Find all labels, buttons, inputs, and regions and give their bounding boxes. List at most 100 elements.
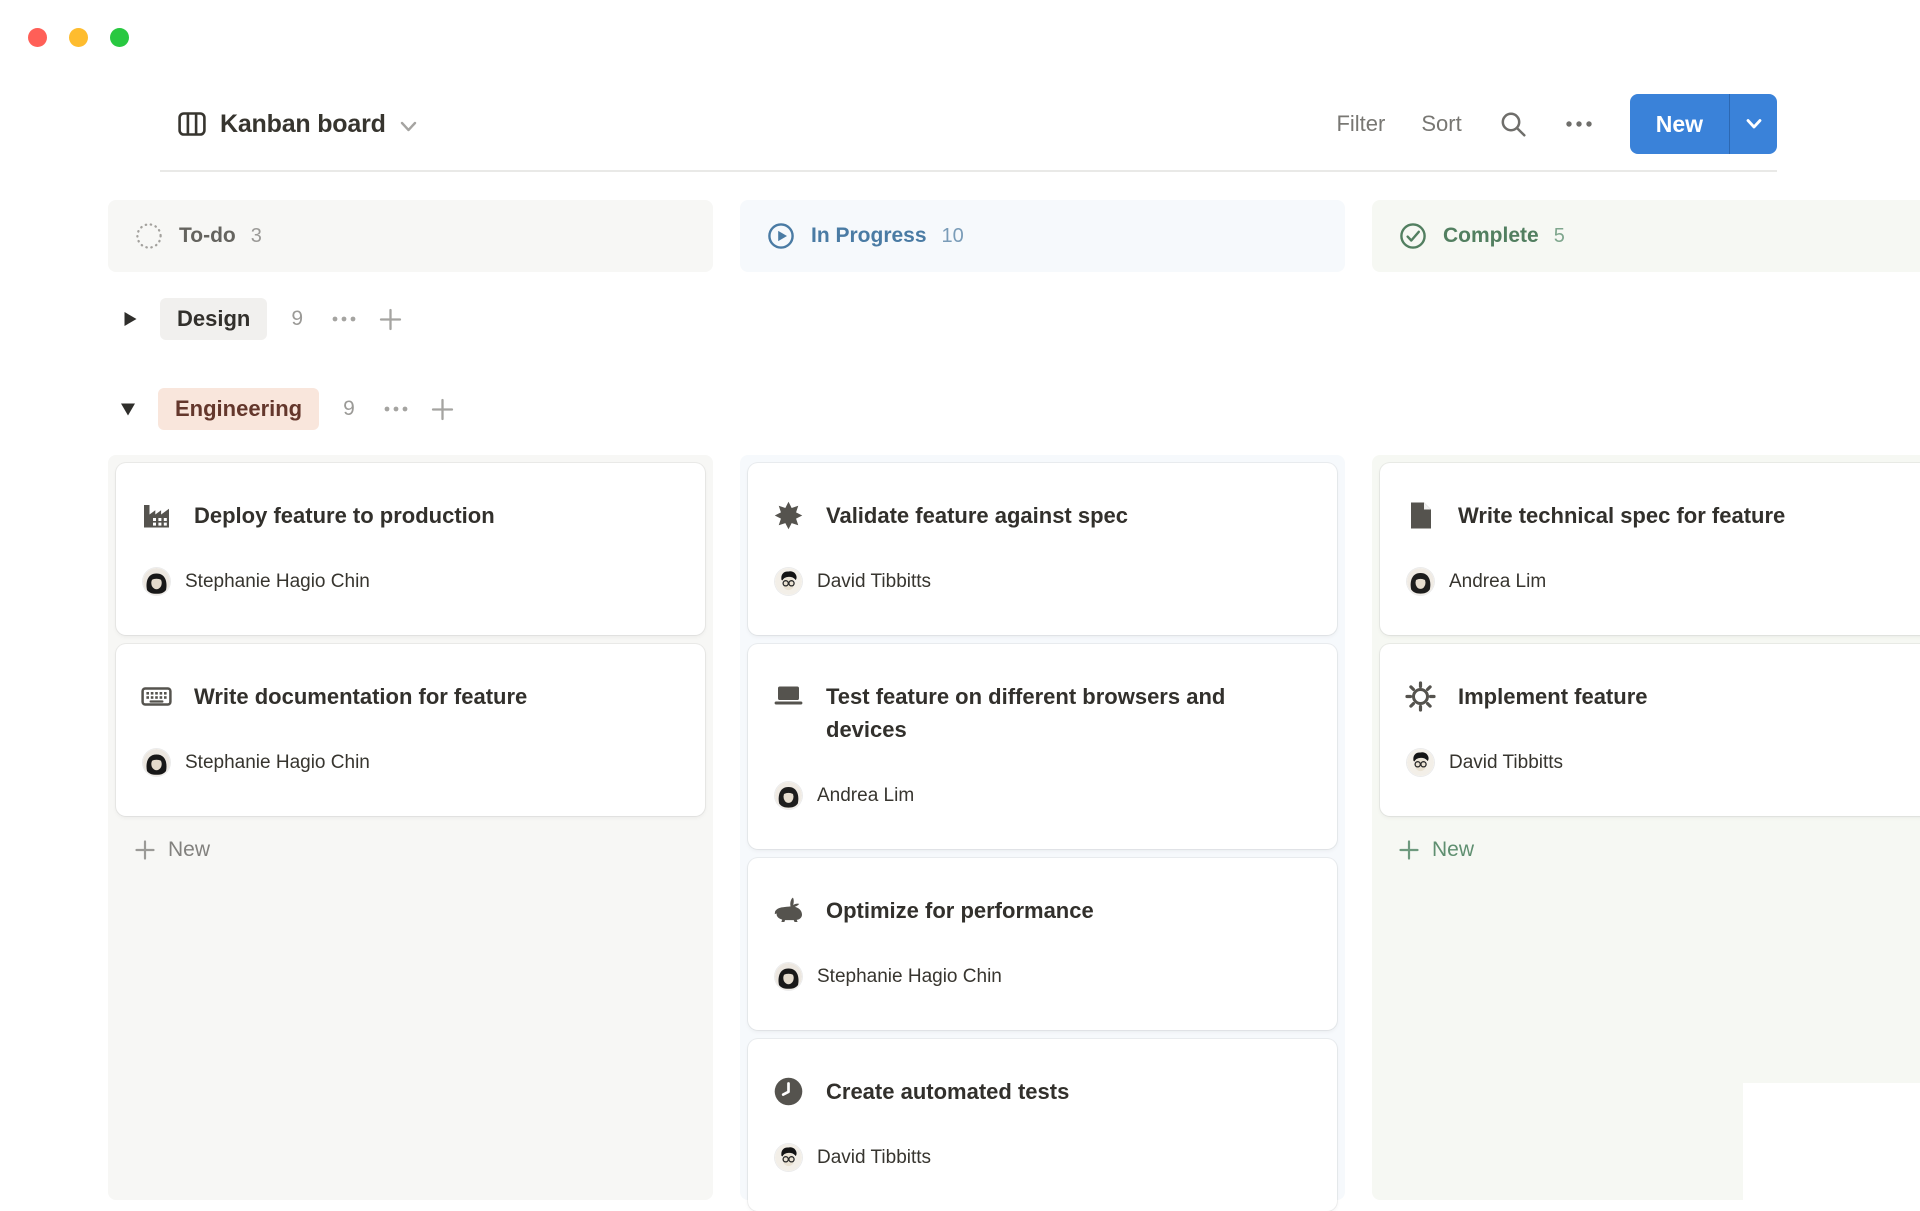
card-assignee: David Tibbitts — [772, 1144, 1313, 1171]
check-circle-icon — [1398, 221, 1428, 251]
traffic-lights — [28, 28, 129, 47]
laptop-icon — [772, 680, 805, 713]
card-assignee: David Tibbitts — [772, 568, 1313, 595]
rabbit-icon — [772, 894, 805, 927]
card-assignee: David Tibbitts — [1404, 749, 1920, 776]
avatar-andrea — [1407, 568, 1434, 595]
group-row-design: Design 9 — [120, 298, 404, 340]
group-add-icon[interactable] — [429, 396, 456, 423]
avatar-david — [775, 1144, 802, 1171]
group-more-icon[interactable] — [331, 314, 357, 324]
dashed-circle-icon — [134, 221, 164, 251]
toolbar-divider — [160, 170, 1777, 172]
card-assignee: Andrea Lim — [1404, 568, 1920, 595]
card-title: Implement feature — [1458, 680, 1648, 713]
card-assignee: Stephanie Hagio Chin — [140, 568, 681, 595]
avatar-andrea — [775, 782, 802, 809]
column-label: Complete — [1443, 224, 1539, 248]
column-count: 3 — [251, 225, 262, 248]
card-create-automated-tests[interactable]: Create automated tests David Tibbitts — [748, 1039, 1337, 1211]
column-in-progress: Validate feature against spec David Tibb… — [740, 455, 1345, 1200]
avatar-david — [775, 568, 802, 595]
group-row-engineering: Engineering 9 — [118, 388, 456, 430]
expand-triangle-icon[interactable] — [120, 309, 140, 329]
board-columns: Deploy feature to production Stephanie H… — [108, 455, 1920, 1200]
group-add-icon[interactable] — [377, 306, 404, 333]
group-pill-design[interactable]: Design — [160, 298, 267, 340]
avatar-stephanie — [143, 749, 170, 776]
card-assignee: Andrea Lim — [772, 782, 1313, 809]
collapse-triangle-icon[interactable] — [118, 399, 138, 419]
kanban-app-window: { "window": { "traffic_lights": { "close… — [0, 0, 1920, 1200]
add-card-complete[interactable]: New — [1380, 825, 1920, 875]
card-implement-feature[interactable]: Implement feature David Tibbitts — [1380, 644, 1920, 816]
card-title: Write technical spec for feature — [1458, 499, 1785, 532]
card-title: Test feature on different browsers and d… — [826, 680, 1277, 746]
card-title: Create automated tests — [826, 1075, 1069, 1108]
column-headers: To-do 3 In Progress 10 Complete 5 — [108, 200, 1920, 272]
card-assignee: Stephanie Hagio Chin — [140, 749, 681, 776]
avatar-stephanie — [143, 568, 170, 595]
column-count: 5 — [1554, 225, 1565, 248]
column-header-in-progress[interactable]: In Progress 10 — [740, 200, 1345, 272]
group-count: 9 — [291, 307, 303, 331]
assignee-name: Andrea Lim — [817, 785, 914, 807]
search-icon[interactable] — [1498, 109, 1528, 139]
assignee-name: David Tibbitts — [817, 1147, 931, 1169]
more-options-icon[interactable] — [1564, 118, 1594, 130]
assignee-name: Stephanie Hagio Chin — [185, 571, 370, 593]
column-header-todo[interactable]: To-do 3 — [108, 200, 713, 272]
assignee-name: Stephanie Hagio Chin — [185, 752, 370, 774]
card-title: Write documentation for feature — [194, 680, 527, 713]
new-button-group: New — [1630, 94, 1777, 154]
sort-button[interactable]: Sort — [1421, 111, 1461, 137]
add-card-label: New — [1432, 838, 1474, 862]
card-write-technical-spec[interactable]: Write technical spec for feature Andrea … — [1380, 463, 1920, 635]
chevron-down-icon — [399, 120, 418, 134]
add-card-todo[interactable]: New — [116, 825, 705, 875]
card-validate-feature[interactable]: Validate feature against spec David Tibb… — [748, 463, 1337, 635]
card-write-documentation[interactable]: Write documentation for feature Stephani… — [116, 644, 705, 816]
card-deploy-feature[interactable]: Deploy feature to production Stephanie H… — [116, 463, 705, 635]
gear-icon — [1404, 680, 1437, 713]
card-title: Deploy feature to production — [194, 499, 495, 532]
column-todo: Deploy feature to production Stephanie H… — [108, 455, 713, 1200]
board-toolbar: Filter Sort New — [1336, 94, 1777, 154]
column-count: 10 — [942, 225, 964, 248]
column-header-complete[interactable]: Complete 5 — [1372, 200, 1920, 272]
assignee-name: David Tibbitts — [1449, 752, 1563, 774]
close-window-button[interactable] — [28, 28, 47, 47]
assignee-name: David Tibbitts — [817, 571, 931, 593]
assignee-name: Stephanie Hagio Chin — [817, 966, 1002, 988]
assignee-name: Andrea Lim — [1449, 571, 1546, 593]
minimize-window-button[interactable] — [69, 28, 88, 47]
card-title: Validate feature against spec — [826, 499, 1128, 532]
plus-icon — [1398, 839, 1420, 861]
avatar-david — [1407, 749, 1434, 776]
white-overlay-patch — [1743, 1083, 1920, 1200]
new-button-dropdown[interactable] — [1730, 94, 1777, 154]
document-icon — [1404, 499, 1437, 532]
burst-icon — [772, 499, 805, 532]
keyboard-icon — [140, 680, 173, 713]
page-title: Kanban board — [220, 110, 386, 139]
group-pill-engineering[interactable]: Engineering — [158, 388, 319, 430]
avatar-stephanie — [775, 963, 802, 990]
factory-icon — [140, 499, 173, 532]
filter-button[interactable]: Filter — [1336, 111, 1385, 137]
group-more-icon[interactable] — [383, 404, 409, 414]
group-count: 9 — [343, 397, 355, 421]
clock-icon — [772, 1075, 805, 1108]
column-label: To-do — [179, 224, 236, 248]
zoom-window-button[interactable] — [110, 28, 129, 47]
card-test-feature[interactable]: Test feature on different browsers and d… — [748, 644, 1337, 849]
play-circle-icon — [766, 221, 796, 251]
column-label: In Progress — [811, 224, 927, 248]
card-optimize-performance[interactable]: Optimize for performance Stephanie Hagio… — [748, 858, 1337, 1030]
view-switcher[interactable]: Kanban board — [177, 94, 418, 154]
new-button[interactable]: New — [1630, 94, 1729, 154]
plus-icon — [134, 839, 156, 861]
add-card-label: New — [168, 838, 210, 862]
card-assignee: Stephanie Hagio Chin — [772, 963, 1313, 990]
kanban-board-icon — [177, 109, 207, 139]
